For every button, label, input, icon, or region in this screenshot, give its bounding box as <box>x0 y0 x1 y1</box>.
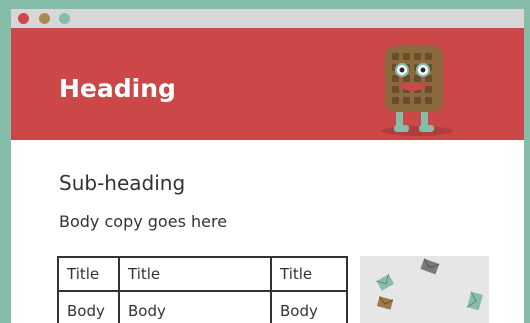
close-window-button[interactable] <box>18 13 29 24</box>
table-header-cell: Title <box>118 256 272 292</box>
table-header-row: Title Title Title <box>57 256 348 292</box>
envelope-icon <box>376 296 394 310</box>
illustration-image <box>360 256 489 323</box>
minimize-window-button[interactable] <box>39 13 50 24</box>
table-header-cell: Title <box>270 256 348 292</box>
table-cell: Body <box>118 290 272 323</box>
envelope-icon <box>420 258 440 275</box>
window-titlebar <box>11 9 524 28</box>
waffle-character-icon <box>381 46 453 136</box>
browser-window: Heading Sub-heading Body copy goes here … <box>11 9 524 323</box>
table-cell: Body <box>270 290 348 323</box>
sub-heading: Sub-heading <box>59 171 186 195</box>
flying-envelopes-illustration <box>376 258 483 311</box>
content-area: Sub-heading Body copy goes here Title Ti… <box>11 140 524 323</box>
page-heading: Heading <box>59 74 176 103</box>
data-table: Title Title Title Body Body Body <box>57 256 348 323</box>
envelope-icon <box>466 291 483 311</box>
body-copy: Body copy goes here <box>59 212 228 231</box>
maximize-window-button[interactable] <box>59 13 70 24</box>
table-cell: Body <box>57 290 120 323</box>
table-header-cell: Title <box>57 256 120 292</box>
envelope-icon <box>376 274 395 291</box>
hero-banner: Heading <box>11 28 524 140</box>
table-row: Body Body Body <box>57 290 348 323</box>
